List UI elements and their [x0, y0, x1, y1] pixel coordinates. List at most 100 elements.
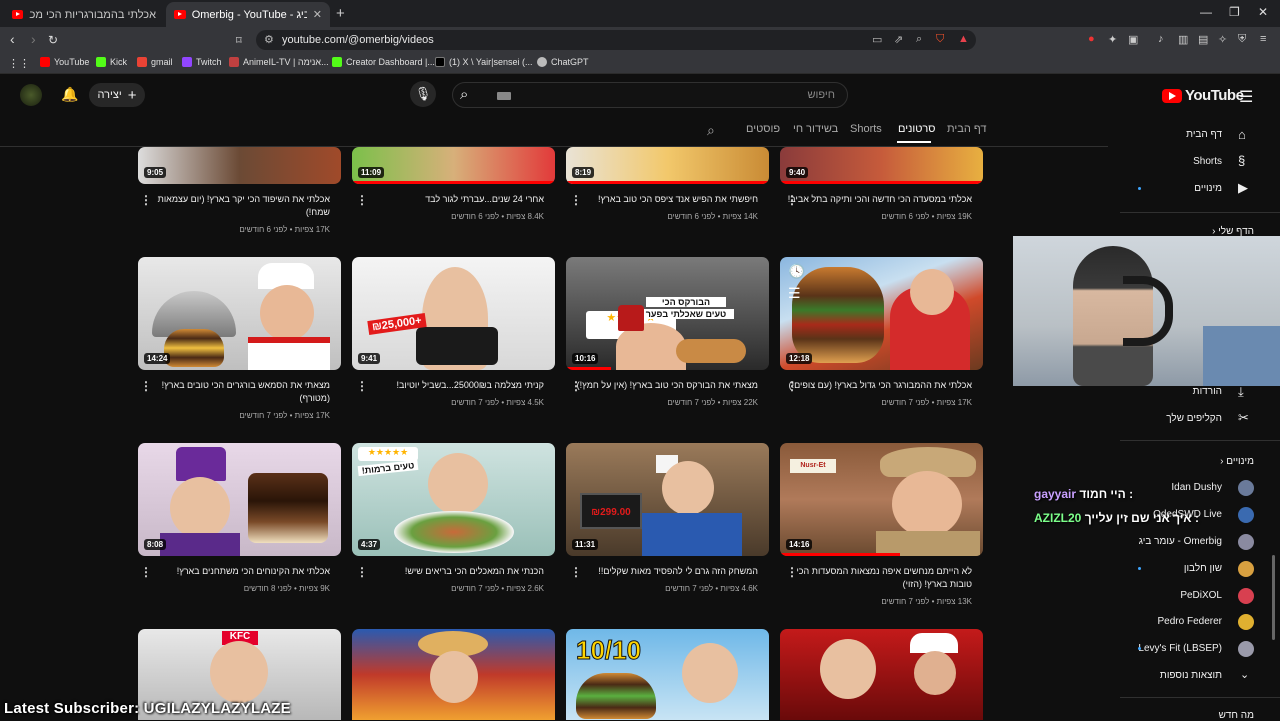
channel-item[interactable]: עומר ביג - Omerbig [1100, 536, 1222, 547]
video-thumbnail[interactable] [780, 629, 983, 720]
video-title[interactable]: הכנתי את המאכלים הכי בריאים שיש! [354, 565, 544, 578]
screenshot-icon[interactable]: ▣ [1128, 33, 1138, 46]
video-title[interactable]: אכלתי במסעדה הכי חדשה והכי ותיקה בתל אבי… [782, 193, 972, 206]
extension-record-icon[interactable]: ● [1088, 33, 1095, 45]
menu-icon[interactable]: ☰ [1239, 87, 1253, 107]
zoom-icon[interactable]: ⌕ [916, 33, 922, 46]
video-title[interactable]: המשחק הזה גרם לי להפסיד מאות שקלים!! [568, 565, 758, 578]
more-options-icon[interactable]: ⋮ [356, 379, 368, 393]
bookmark-youtube[interactable]: YouTube [40, 57, 89, 67]
youtube-logo[interactable]: YouTube [1162, 87, 1244, 104]
url-field[interactable]: youtube.com/@omerbig/videos [256, 30, 976, 50]
site-info-icon[interactable]: ⚙ [264, 33, 274, 46]
video-title[interactable]: אכלתי את השיפוד הכי יקר בארץ! (יום עצמאו… [140, 193, 330, 219]
more-options-icon[interactable]: ⋮ [570, 193, 582, 207]
subscriptions-header[interactable]: › מינויים [1190, 456, 1254, 467]
chevron-down-icon[interactable]: ⌄ [1240, 668, 1249, 681]
forward-icon[interactable]: › [31, 31, 36, 47]
bookmark-gmail[interactable]: gmail [137, 57, 173, 67]
more-options-icon[interactable]: ⋮ [140, 193, 152, 207]
video-title[interactable]: אכלתי את הקינוחים הכי משתחנים בארץ! [140, 565, 330, 578]
bookmark-kick[interactable]: Kick [96, 57, 127, 67]
cast-icon[interactable]: ▭ [872, 33, 882, 46]
brave-shield-icon[interactable]: ⛉ [936, 33, 944, 46]
extensions-icon[interactable]: ✦ [1108, 33, 1117, 46]
video-thumbnail[interactable]: 9:40 [780, 147, 983, 184]
sidebar-item-shorts[interactable]: Shorts [1150, 156, 1222, 167]
browser-menu-icon[interactable]: ≡ [1260, 33, 1266, 45]
video-thumbnail[interactable]: ★★★★★ טעים ברמות! 4:37 [352, 443, 555, 556]
brave-rewards-icon[interactable]: ▲ [958, 33, 969, 45]
video-title[interactable]: מצאתי את הסמאש בורגרים הכי טובים בארץ! (… [140, 379, 330, 405]
video-thumbnail[interactable]: ₪25,000+ 9:41 [352, 257, 555, 370]
tab-videos[interactable]: סרטונים [898, 123, 936, 135]
video-thumbnail[interactable]: 11:09 [352, 147, 555, 184]
share-icon[interactable]: ⇗ [894, 33, 903, 46]
video-thumbnail[interactable]: ₪299.00 11:31 [566, 443, 769, 556]
show-more-button[interactable]: תוצאות נוספות [1120, 670, 1222, 681]
tab-1[interactable]: אכלתי בהמבורגריות הכי מכבטיחות בי... [4, 2, 164, 27]
more-options-icon[interactable]: ⋮ [786, 565, 798, 579]
bookmark-twitch[interactable]: Twitch [182, 57, 222, 67]
video-thumbnail[interactable]: Nusr-Et 14:16 [780, 443, 983, 556]
channel-item[interactable]: PeDiXOL [1100, 590, 1222, 601]
bookmark-creator-dashboard[interactable]: Creator Dashboard |... [332, 57, 435, 67]
home-icon[interactable]: ⌂ [1238, 127, 1246, 142]
video-thumbnail[interactable]: 8:19 [566, 147, 769, 184]
tab-home[interactable]: דף הבית [947, 123, 986, 135]
keyboard-icon[interactable] [497, 92, 511, 100]
subscriptions-icon[interactable]: ▶ [1238, 180, 1248, 196]
video-title[interactable]: קניתי מצלמה ב25000₪...בשביל יוטיוב! [354, 379, 544, 392]
sidebar-item-subscriptions[interactable]: מינויים [1150, 183, 1222, 194]
video-title[interactable]: לא הייתם מנחשים איפה נמצאות המסעדות הכי … [782, 565, 972, 591]
sidebar-item-home[interactable]: דף הבית [1150, 129, 1222, 140]
tab-2[interactable]: Omerbig - YouTube - עומר ביג ✕ [166, 2, 330, 27]
bookmark-x[interactable]: (1) X \ Yair|sensei (... [435, 57, 533, 67]
more-options-icon[interactable]: ⋮ [570, 565, 582, 579]
minimize-icon[interactable]: — [1200, 5, 1212, 19]
search-input[interactable]: חיפוש [452, 82, 848, 108]
video-thumbnail[interactable] [352, 629, 555, 720]
restore-icon[interactable]: ❐ [1229, 5, 1240, 19]
scrollbar[interactable] [1272, 555, 1275, 640]
wallet-icon[interactable]: ▤ [1198, 33, 1208, 46]
video-title[interactable]: אכלתי את ההמבורגר הכי גדול בארץ! (עם צופ… [782, 379, 972, 392]
channel-item[interactable]: Levy's Fit (LBSEP) [1100, 643, 1222, 654]
sidebar-item-downloads[interactable]: הורדות [1150, 386, 1222, 397]
video-thumbnail[interactable]: 10/10 [566, 629, 769, 720]
more-options-icon[interactable]: ⋮ [786, 379, 798, 393]
back-icon[interactable]: ‹ [10, 31, 15, 47]
tab-shorts[interactable]: Shorts [850, 123, 882, 135]
more-options-icon[interactable]: ⋮ [140, 565, 152, 579]
download-icon[interactable]: ⤓ [1238, 384, 1244, 400]
reload-icon[interactable]: ↻ [48, 33, 58, 47]
more-options-icon[interactable]: ⋮ [786, 193, 798, 207]
tab-posts[interactable]: פוסטים [746, 123, 780, 135]
channel-item[interactable]: שון חלבון [1100, 563, 1222, 574]
bookmark-icon[interactable]: ⌑ [236, 34, 242, 47]
bookmark-chatgpt[interactable]: ChatGPT [537, 57, 589, 67]
video-title[interactable]: אחרי 24 שנים...עברתי לגור לבד [354, 193, 544, 206]
add-to-queue-icon[interactable]: ☰ [788, 285, 801, 302]
video-title[interactable]: חיפשתי את הפיש אנד ציפס הכי טוב בארץ! [568, 193, 758, 206]
leo-icon[interactable]: ✧ [1218, 33, 1227, 46]
vpn-icon[interactable]: ⛨ [1238, 33, 1246, 46]
music-icon[interactable]: ♪ [1158, 33, 1164, 45]
search-icon[interactable]: ⌕ [460, 86, 468, 103]
video-thumbnail[interactable]: 9:05 [138, 147, 341, 184]
mic-icon[interactable]: 🎙 [410, 81, 436, 107]
sidebar-toggle-icon[interactable]: ▥ [1178, 33, 1188, 46]
video-title[interactable]: מצאתי את הבורקס הכי טוב בארץ! (אין על חמ… [568, 379, 758, 392]
watch-later-icon[interactable]: 🕓 [788, 263, 805, 280]
tab-live[interactable]: בשידור חי [793, 123, 838, 135]
channel-item[interactable]: Pedro Federer [1100, 616, 1222, 627]
more-options-icon[interactable]: ⋮ [356, 565, 368, 579]
channel-search-icon[interactable]: ⌕ [707, 122, 715, 139]
shorts-icon[interactable]: § [1238, 153, 1245, 168]
more-options-icon[interactable]: ⋮ [356, 193, 368, 207]
bookmark-animeil[interactable]: AnimeIL-TV | אנימה... [229, 57, 329, 67]
more-options-icon[interactable]: ⋮ [570, 379, 582, 393]
bell-icon[interactable]: 🔔 [61, 86, 78, 103]
video-thumbnail[interactable]: 8:08 [138, 443, 341, 556]
apps-icon[interactable]: ⋮⋮ [8, 57, 30, 70]
